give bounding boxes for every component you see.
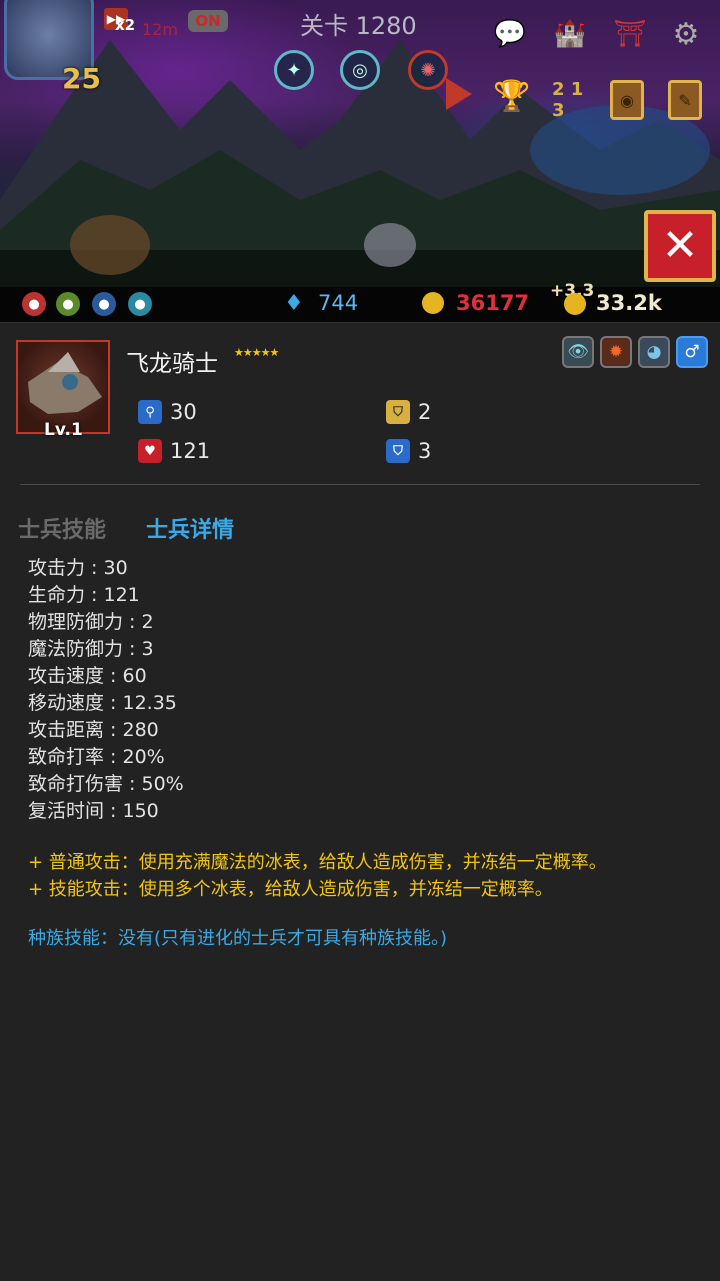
physical-defense-icon: ⛉ — [386, 400, 410, 424]
fire-element-icon[interactable]: ✹ — [600, 336, 632, 368]
attack-icon: ⚲ — [138, 400, 162, 424]
detail-health: 生命力 : 121 — [28, 584, 140, 606]
race-icon[interactable]: ◕ — [638, 336, 670, 368]
eye-icon[interactable]: 👁 — [562, 336, 594, 368]
unit-skill-icon-1[interactable]: ✦ — [274, 50, 314, 90]
detail-magic-defense: 魔法防御力 : 3 — [28, 638, 154, 660]
gold-count: 33.2k — [596, 291, 662, 315]
gem-icon: ♦ — [284, 291, 304, 316]
chat-icon[interactable]: 💬 — [490, 14, 530, 54]
detail-attack: 攻击力 : 30 — [28, 557, 128, 579]
unit-star-rating: ★★★★★ — [234, 346, 279, 359]
player-level: 25 — [62, 62, 101, 95]
shop-icon[interactable]: ⛩ — [610, 14, 650, 54]
ranking-icon[interactable]: 2 1 3 — [552, 79, 586, 121]
play-icon[interactable] — [446, 78, 472, 110]
close-icon: ✕ — [661, 220, 699, 271]
troop-icon-2[interactable]: ● — [56, 292, 80, 316]
close-button[interactable]: ✕ — [644, 210, 716, 282]
medal-icon — [422, 292, 444, 314]
unit-level-badge: Lv.1 — [44, 420, 83, 440]
race-skill-description: 种族技能：没有(只有进化的士兵才可具有种族技能。) — [28, 928, 448, 949]
health-icon: ♥ — [138, 439, 162, 463]
troop-icon-3[interactable]: ● — [92, 292, 116, 316]
divider — [20, 484, 700, 485]
quest-book-icon[interactable]: ✎ — [668, 80, 702, 120]
gem-count: 744 — [318, 291, 359, 315]
collection-book-icon[interactable]: ◉ — [610, 80, 644, 120]
game-scene: 25 ▶▶ x2 12m ON 关卡 1280 💬 🏰 ⛩ ⚙ ✦ ◎ ✺ 🏆 … — [0, 0, 720, 287]
detail-physical-defense: 物理防御力 : 2 — [28, 611, 154, 633]
castle-icon[interactable]: 🏰 — [550, 14, 590, 54]
magic-defense-icon: ⛉ — [386, 439, 410, 463]
unit-name: 飞龙骑士 — [126, 351, 218, 377]
tab-soldier-details[interactable]: 士兵详情 — [146, 512, 234, 544]
magic-defense-value: 3 — [418, 439, 432, 463]
dragon-knight-image — [28, 352, 102, 414]
detail-attack-speed: 攻击速度 : 60 — [28, 665, 147, 687]
gold-icon — [564, 293, 586, 315]
detail-respawn-time: 复活时间 : 150 — [28, 800, 159, 822]
gear-icon[interactable]: ⚙ — [666, 14, 706, 54]
speed-multiplier: x2 — [115, 16, 136, 34]
medal-count: 36177 — [456, 291, 530, 315]
detail-move-speed: 移动速度 : 12.35 — [28, 692, 177, 714]
male-gender-icon[interactable]: ♂ — [676, 336, 708, 368]
troop-icon-4[interactable]: ● — [128, 292, 152, 316]
unit-skill-icon-2[interactable]: ◎ — [340, 50, 380, 90]
normal-attack-description: + 普通攻击：使用充满魔法的冰表，给敌人造成伤害，并冻结一定概率。 — [28, 852, 607, 873]
physical-defense-value: 2 — [418, 400, 432, 424]
detail-crit-damage: 致命打伤害 : 50% — [28, 773, 184, 795]
skill-attack-description: + 技能攻击：使用多个冰表，给敌人造成伤害，并冻结一定概率。 — [28, 879, 553, 900]
health-value: 121 — [170, 439, 211, 463]
unit-skill-icon-3[interactable]: ✺ — [408, 50, 448, 90]
auto-toggle[interactable]: ON — [188, 10, 228, 32]
attack-value: 30 — [170, 400, 197, 424]
trophy-icon[interactable]: 🏆 — [492, 76, 532, 116]
troop-icon-1[interactable]: ● — [22, 292, 46, 316]
detail-crit-rate: 致命打率 : 20% — [28, 746, 165, 768]
stage-title: 关卡 1280 — [300, 12, 417, 40]
resource-bar: ● ● ● ● ♦ 744 36177 +3.3 33.2k — [0, 281, 720, 322]
detail-attack-range: 攻击距离 : 280 — [28, 719, 159, 741]
timer: 12m — [142, 20, 178, 39]
tab-soldier-skills[interactable]: 士兵技能 — [18, 512, 106, 544]
